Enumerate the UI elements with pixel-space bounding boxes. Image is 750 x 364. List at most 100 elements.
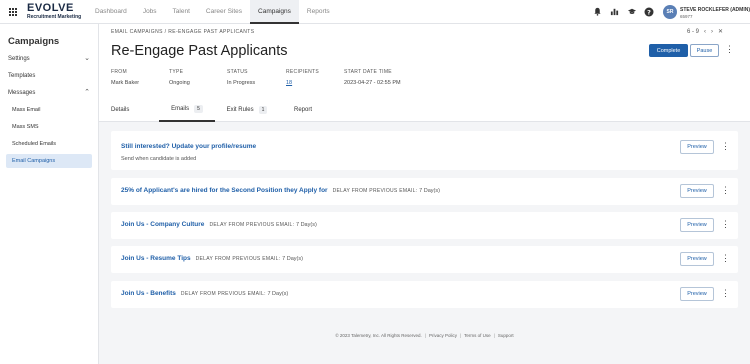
email-card: Join Us - Resume Tips DELAY FROM PREVIOUS… [111, 246, 738, 273]
sidebar-item-label: Templates [8, 73, 36, 79]
more-options-icon[interactable]: ⋮ [725, 45, 734, 54]
meta-value-status: In Progress [227, 80, 256, 86]
privacy-policy-link[interactable]: Privacy Policy [429, 333, 457, 338]
sidebar-item-label: Messages [8, 90, 36, 96]
tab-count-badge: 1 [258, 106, 268, 114]
nav-career-sites[interactable]: Career Sites [198, 0, 250, 24]
logo[interactable]: EVOLVE Recruitment Marketing [27, 3, 81, 20]
preview-button[interactable]: Preview [680, 184, 714, 198]
footer: © 2023 Talemetry, Inc. All Rights Reserv… [335, 333, 514, 338]
chevron-down-icon: ⌄ [84, 55, 90, 62]
logo-sub: Recruitment Marketing [27, 14, 82, 20]
user-name[interactable]: STEVE ROCKLEFER (ADMIN) [680, 7, 750, 13]
nav-reports[interactable]: Reports [299, 0, 338, 24]
preview-button[interactable]: Preview [680, 287, 714, 301]
delay-label: DELAY FROM PREVIOUS EMAIL: [209, 222, 295, 228]
meta-label-status: STATUS [227, 69, 248, 75]
email-delay: DELAY FROM PREVIOUS EMAIL: 7 Day(s) [333, 188, 440, 194]
preview-button[interactable]: Preview [680, 140, 714, 154]
delay-label: DELAY FROM PREVIOUS EMAIL: [195, 256, 281, 262]
email-title-link[interactable]: Join Us - Benefits DELAY FROM PREVIOUS EM… [121, 290, 288, 297]
pager-text: 6 - 9 [687, 28, 700, 35]
nav-campaigns[interactable]: Campaigns [250, 0, 299, 24]
complete-button[interactable]: Complete [649, 44, 688, 57]
sidebar-item-messages[interactable]: Messages ⌃ [0, 86, 99, 100]
tab-label: Emails [171, 106, 190, 112]
tab-exit-rules[interactable]: Exit Rules 1 [215, 98, 279, 122]
meta-value-type: Ongoing [169, 80, 190, 86]
svg-text:?: ? [647, 8, 651, 16]
top-icons: ? [592, 6, 654, 17]
chart-icon[interactable] [609, 6, 620, 17]
email-title-link[interactable]: Join Us - Company Culture DELAY FROM PREV… [121, 221, 317, 228]
breadcrumb[interactable]: EMAIL CAMPAIGNS / RE-ENGAGE PAST APPLICA… [111, 29, 254, 35]
sidebar-item-templates[interactable]: Templates [0, 69, 99, 83]
more-options-icon[interactable]: ⋮ [721, 186, 730, 195]
nav-dashboard[interactable]: Dashboard [87, 0, 135, 24]
avatar[interactable]: SR [663, 5, 677, 19]
tab-label: Report [293, 107, 312, 113]
delay-label: DELAY FROM PREVIOUS EMAIL: [180, 291, 266, 297]
meta-value-from: Mark Baker [111, 80, 140, 86]
campaign-header: EMAIL CAMPAIGNS / RE-ENGAGE PAST APPLICA… [99, 24, 750, 122]
chevron-left-icon[interactable]: ‹ [704, 29, 706, 35]
pager: 6 - 9 ‹ › ✕ [687, 28, 723, 36]
chevron-up-icon: ⌃ [84, 89, 90, 96]
bell-icon[interactable] [592, 6, 603, 17]
delay-value: 7 Day(s) [296, 222, 317, 228]
nav-talent[interactable]: Talent [165, 0, 198, 24]
email-card: Still interested? Update your profile/re… [111, 131, 738, 170]
delay-value: 7 Day(s) [419, 188, 440, 194]
graduation-cap-icon[interactable] [626, 6, 637, 17]
sidebar-subitem-email-campaigns[interactable]: Email Campaigns [6, 154, 92, 168]
more-options-icon[interactable]: ⋮ [721, 289, 730, 298]
tab-details[interactable]: Details [111, 98, 159, 122]
email-delay: DELAY FROM PREVIOUS EMAIL: 7 Day(s) [196, 256, 303, 262]
email-title-link[interactable]: 25% of Applicant's are hired for the Sec… [121, 187, 440, 194]
email-send-note: Send when candidate is added [121, 156, 197, 162]
email-card: 25% of Applicant's are hired for the Sec… [111, 178, 738, 205]
main-nav: Dashboard Jobs Talent Career Sites Campa… [87, 0, 338, 24]
email-card: Join Us - Benefits DELAY FROM PREVIOUS EM… [111, 281, 738, 308]
email-title: Join Us - Benefits [121, 290, 176, 297]
email-title-link[interactable]: Still interested? Update your profile/re… [121, 143, 256, 150]
tab-bar: Details Emails 5 Exit Rules 1 Report [111, 98, 327, 122]
email-delay: DELAY FROM PREVIOUS EMAIL: 7 Day(s) [209, 222, 316, 228]
sidebar-subitem-mass-sms[interactable]: Mass SMS [6, 120, 92, 134]
nav-jobs[interactable]: Jobs [135, 0, 165, 24]
top-bar: EVOLVE Recruitment Marketing Dashboard J… [0, 0, 750, 24]
more-options-icon[interactable]: ⋮ [721, 254, 730, 263]
preview-button[interactable]: Preview [680, 218, 714, 232]
tab-count-badge: 5 [194, 105, 203, 113]
chevron-right-icon[interactable]: › [711, 29, 713, 35]
sidebar-item-label: Settings [8, 56, 30, 62]
page-title: Re-Engage Past Applicants [111, 43, 288, 59]
app-grid-icon[interactable] [9, 8, 17, 16]
recipients-link[interactable]: 18 [286, 80, 292, 86]
email-title-link[interactable]: Join Us - Resume Tips DELAY FROM PREVIOUS… [121, 255, 303, 262]
meta-value-start-date: 2023-04-27 - 02:55 PM [344, 80, 401, 86]
terms-of-use-link[interactable]: Terms of Use [464, 333, 491, 338]
tab-report[interactable]: Report [279, 98, 327, 122]
delay-label: DELAY FROM PREVIOUS EMAIL: [332, 188, 418, 194]
support-link[interactable]: Support [498, 333, 514, 338]
help-icon[interactable]: ? [643, 6, 654, 17]
user-id: 65977 [680, 14, 693, 19]
sidebar-subitem-mass-email[interactable]: Mass Email [6, 103, 92, 117]
email-delay: DELAY FROM PREVIOUS EMAIL: 7 Day(s) [181, 291, 288, 297]
tab-emails[interactable]: Emails 5 [159, 98, 215, 122]
more-options-icon[interactable]: ⋮ [721, 142, 730, 151]
meta-label-start-date: START DATE TIME [344, 69, 392, 75]
meta-label-from: FROM [111, 69, 127, 75]
close-icon[interactable]: ✕ [718, 28, 723, 35]
meta-label-type: TYPE [169, 69, 184, 75]
preview-button[interactable]: Preview [680, 252, 714, 266]
logo-main: EVOLVE [27, 2, 74, 14]
email-title: Join Us - Company Culture [121, 221, 205, 228]
sidebar-title: Campaigns [8, 36, 60, 47]
sidebar-item-settings[interactable]: Settings ⌄ [0, 52, 99, 66]
delay-value: 7 Day(s) [267, 291, 289, 297]
sidebar-subitem-scheduled-emails[interactable]: Scheduled Emails [6, 137, 92, 151]
more-options-icon[interactable]: ⋮ [721, 220, 730, 229]
pause-button[interactable]: Pause [690, 44, 719, 57]
